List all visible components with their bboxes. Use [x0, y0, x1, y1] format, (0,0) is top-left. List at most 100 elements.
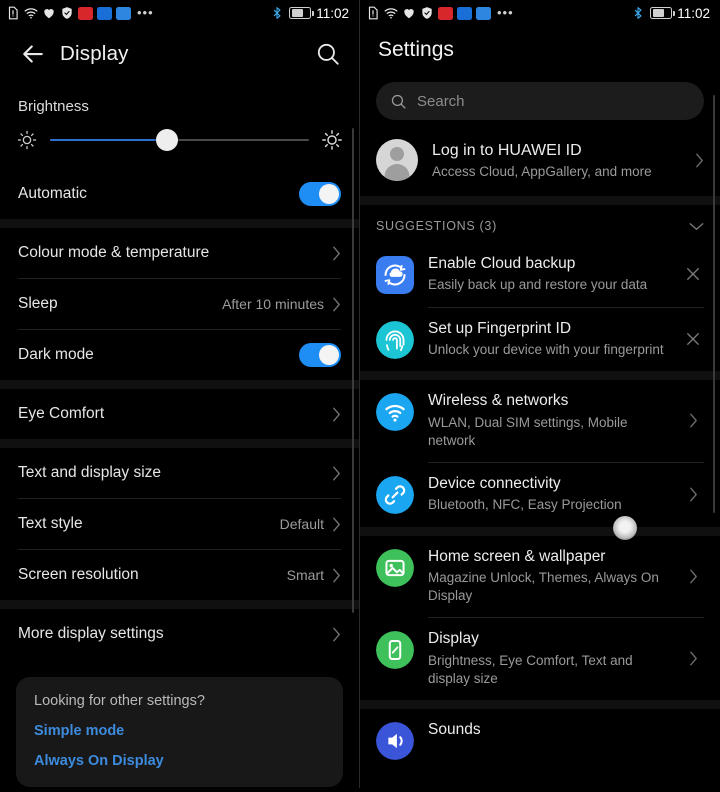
- status-bar-right: ••• 11:02: [360, 0, 720, 26]
- automatic-toggle[interactable]: [299, 182, 341, 206]
- slider-knob[interactable]: [155, 129, 178, 151]
- dark-mode-toggle[interactable]: [299, 343, 341, 367]
- other-settings-card: Looking for other settings? Simple mode …: [16, 677, 343, 787]
- brightness-slider[interactable]: [50, 129, 309, 151]
- slider-fill: [50, 138, 167, 142]
- chevron-right-icon: [333, 517, 340, 531]
- suggestion-text: Set up Fingerprint ID Unlock your device…: [428, 319, 682, 360]
- other-settings-question: Looking for other settings?: [34, 693, 205, 709]
- display-settings-panel: ••• 11:02 Display Brightness Automatic C…: [0, 0, 360, 792]
- brightness-low-icon: [17, 130, 37, 150]
- settings-item-home-screen-wallpaper[interactable]: Home screen & wallpaper Magazine Unlock,…: [360, 536, 720, 618]
- section-divider: [360, 196, 720, 205]
- suggestions-header[interactable]: SUGGESTIONS (3): [360, 205, 720, 243]
- suggestion-action[interactable]: [682, 267, 704, 281]
- brightness-label: Brightness: [18, 98, 89, 115]
- chevron-right-icon: [689, 487, 697, 502]
- clock-right: 11:02: [677, 5, 710, 21]
- row-colour-mode-label: Colour mode & temperature: [18, 244, 210, 261]
- right-scrollbar[interactable]: [712, 95, 715, 513]
- blue-app-icon: [97, 6, 112, 20]
- sound-icon: [376, 722, 414, 761]
- link-simple-mode[interactable]: Simple mode: [34, 723, 325, 739]
- row-screen-resolution[interactable]: Screen resolution Smart: [0, 550, 359, 600]
- status-bar-left: ••• 11:02: [0, 0, 359, 26]
- chevron-right-icon: [333, 297, 340, 311]
- status-icons-left: •••: [366, 6, 514, 20]
- row-sleep[interactable]: Sleep After 10 minutes: [0, 279, 359, 329]
- fingerprint-icon: [376, 320, 414, 359]
- row-text-display-size[interactable]: Text and display size: [0, 448, 359, 498]
- toggle-knob: [319, 345, 339, 365]
- red-app-icon: [438, 6, 453, 20]
- settings-item-display[interactable]: Display Brightness, Eye Comfort, Text an…: [360, 618, 720, 700]
- status-icons-left: •••: [6, 6, 154, 20]
- settings-item-wireless-networks[interactable]: Wireless & networks WLAN, Dual SIM setti…: [360, 380, 720, 462]
- user-avatar-icon: [376, 139, 418, 181]
- wifi-icon: [24, 8, 38, 19]
- brightness-slider-row: [0, 115, 359, 169]
- search-icon[interactable]: [315, 41, 341, 67]
- chevron-right-icon: [689, 413, 697, 428]
- row-text-style-value: Default: [279, 516, 324, 532]
- suggestion-subtitle: Easily back up and restore your data: [428, 277, 648, 293]
- row-more-display-settings[interactable]: More display settings: [0, 609, 359, 659]
- settings-item-device-connectivity[interactable]: Device connectivity Bluetooth, NFC, Easy…: [360, 463, 720, 527]
- row-text-display-size-label: Text and display size: [18, 464, 162, 481]
- settings-item-text: Device connectivity Bluetooth, NFC, Easy…: [428, 474, 682, 515]
- brightness-high-icon: [322, 130, 342, 150]
- row-dark-mode-label: Dark mode: [18, 346, 94, 363]
- settings-item-sounds[interactable]: Sounds: [360, 709, 720, 761]
- suggestions-label: SUGGESTIONS (3): [376, 219, 497, 233]
- row-colour-mode[interactable]: Colour mode & temperature: [0, 228, 359, 278]
- back-arrow-icon[interactable]: [18, 39, 48, 69]
- suggestion-action[interactable]: [682, 332, 704, 346]
- chevron-right-icon: [333, 627, 340, 641]
- status-icons-right: 11:02: [631, 6, 710, 21]
- huawei-id-subtitle: Access Cloud, AppGallery, and more: [432, 163, 652, 179]
- health-icon: [404, 9, 414, 19]
- chevron-right-icon: [333, 246, 340, 260]
- row-screen-resolution-value: Smart: [286, 567, 324, 583]
- close-icon[interactable]: [686, 332, 700, 346]
- row-dark-mode[interactable]: Dark mode: [0, 330, 359, 380]
- settings-item-title: Sounds: [428, 721, 481, 739]
- section-divider: [0, 600, 359, 609]
- sim-alert-icon: [368, 6, 378, 20]
- settings-panel: ••• 11:02 Settings Search Log in to HUAW…: [360, 0, 720, 792]
- settings-item-action: [682, 487, 704, 502]
- section-divider: [360, 371, 720, 381]
- close-icon[interactable]: [686, 267, 700, 281]
- suggestion-cloud-backup[interactable]: Enable Cloud backup Easily back up and r…: [360, 243, 720, 307]
- settings-item-action: [682, 413, 704, 428]
- settings-item-title: Home screen & wallpaper: [428, 547, 606, 565]
- left-scrollbar[interactable]: [351, 128, 354, 613]
- search-input[interactable]: Search: [376, 82, 704, 120]
- lightblue-app-icon: [116, 6, 131, 20]
- settings-title: Settings: [378, 38, 454, 61]
- sim-alert-icon: [8, 6, 18, 20]
- row-eye-comfort-label: Eye Comfort: [18, 405, 105, 422]
- row-text-style-label: Text style: [18, 515, 83, 532]
- row-more-display-settings-label: More display settings: [18, 625, 164, 642]
- settings-item-subtitle: WLAN, Dual SIM settings, Mobile network: [428, 414, 628, 448]
- battery-charging-icon: [650, 7, 675, 19]
- row-sleep-label: Sleep: [18, 295, 58, 312]
- section-divider: [0, 380, 359, 389]
- more-dots-icon: •••: [497, 5, 514, 20]
- chevron-right-icon: [333, 466, 340, 480]
- row-automatic-label: Automatic: [18, 185, 87, 202]
- row-eye-comfort[interactable]: Eye Comfort: [0, 389, 359, 439]
- image-icon: [376, 548, 414, 587]
- suggestion-fingerprint[interactable]: Set up Fingerprint ID Unlock your device…: [360, 308, 720, 372]
- wifi-icon: [384, 8, 398, 19]
- chevron-down-icon[interactable]: [689, 222, 704, 231]
- dual-pane-screen: ••• 11:02 Display Brightness Automatic C…: [0, 0, 720, 792]
- phone-display-icon: [376, 631, 414, 670]
- row-automatic[interactable]: Automatic: [0, 169, 359, 219]
- wifi-icon: [376, 393, 414, 432]
- huawei-id-row[interactable]: Log in to HUAWEI ID Access Cloud, AppGal…: [360, 126, 720, 196]
- row-text-style[interactable]: Text style Default: [0, 499, 359, 549]
- status-icons-right: 11:02: [270, 6, 349, 21]
- link-always-on-display[interactable]: Always On Display: [34, 753, 325, 769]
